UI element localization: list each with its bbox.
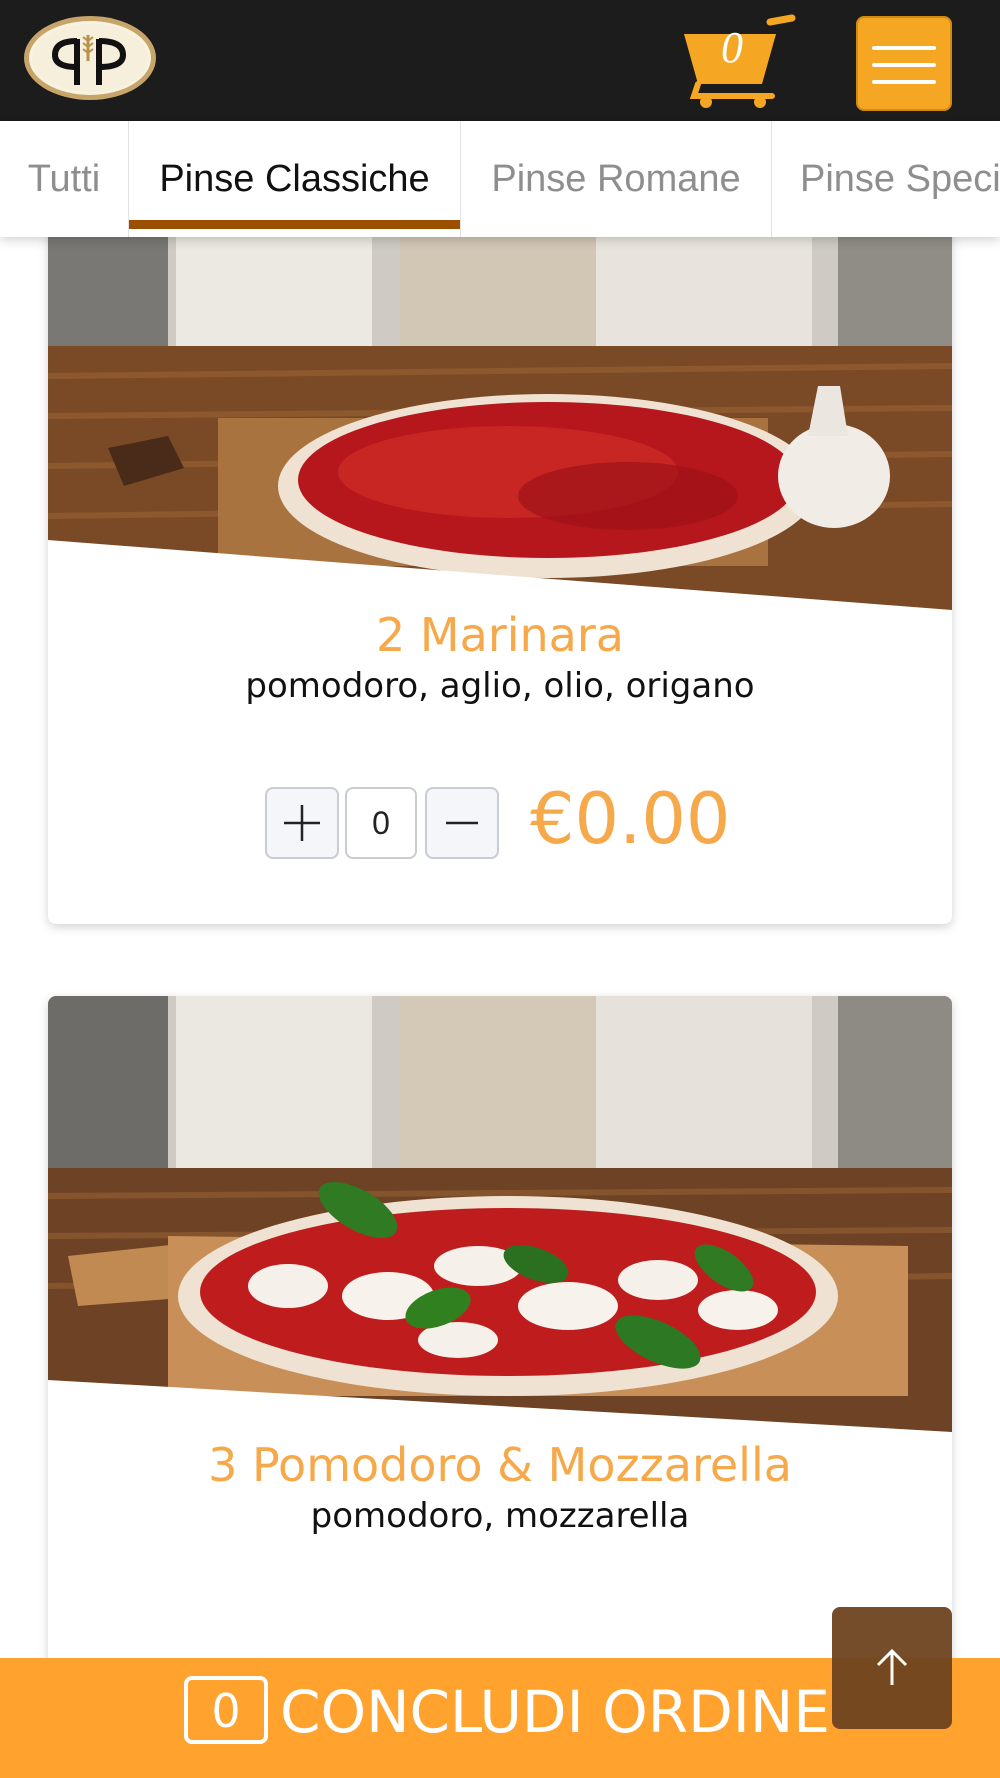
category-tabs: Tutti Pinse Classiche Pinse Romane Pinse… — [0, 121, 1000, 237]
shopping-cart-icon[interactable]: 0 — [676, 14, 798, 110]
product-image-marinara[interactable] — [48, 186, 952, 610]
menu-line — [872, 80, 936, 84]
checkout-button-label[interactable]: CONCLUDI ORDINE — [280, 1672, 830, 1752]
plus-icon — [284, 805, 320, 841]
pinsa-logo-icon[interactable] — [24, 16, 156, 100]
scroll-top-button[interactable] — [832, 1607, 952, 1729]
order-count-badge: 0 — [184, 1676, 268, 1744]
product-title: 3 Pomodoro & Mozzarella — [208, 1438, 792, 1492]
product-price: €0.00 — [530, 778, 731, 860]
cart-count: 0 — [721, 23, 743, 72]
product-description: pomodoro, aglio, olio, origano — [245, 666, 755, 706]
app-header: 0 — [0, 0, 1000, 121]
product-card: 3 Pomodoro & Mozzarella pomodoro, mozzar… — [48, 996, 952, 1716]
hamburger-menu-icon[interactable] — [856, 16, 952, 111]
tab-pinse-speciali[interactable]: Pinse Speci — [772, 121, 1000, 237]
increase-quantity-button[interactable] — [265, 787, 339, 859]
product-title: 2 Marinara — [376, 608, 624, 662]
tab-tutti[interactable]: Tutti — [0, 121, 129, 237]
menu-line — [872, 63, 936, 67]
tab-pinse-classiche[interactable]: Pinse Classiche — [129, 121, 461, 237]
minus-icon — [446, 821, 478, 825]
product-description: pomodoro, mozzarella — [310, 1496, 690, 1536]
product-image-pomodoro-mozzarella[interactable] — [48, 996, 952, 1432]
menu-line — [872, 46, 936, 50]
arrow-up-icon — [876, 1648, 908, 1685]
product-card: 2 Marinara pomodoro, aglio, olio, origan… — [48, 186, 952, 924]
decrease-quantity-button[interactable] — [425, 787, 499, 859]
quantity-input[interactable]: 0 — [345, 787, 417, 859]
tab-pinse-romane[interactable]: Pinse Romane — [461, 121, 772, 237]
